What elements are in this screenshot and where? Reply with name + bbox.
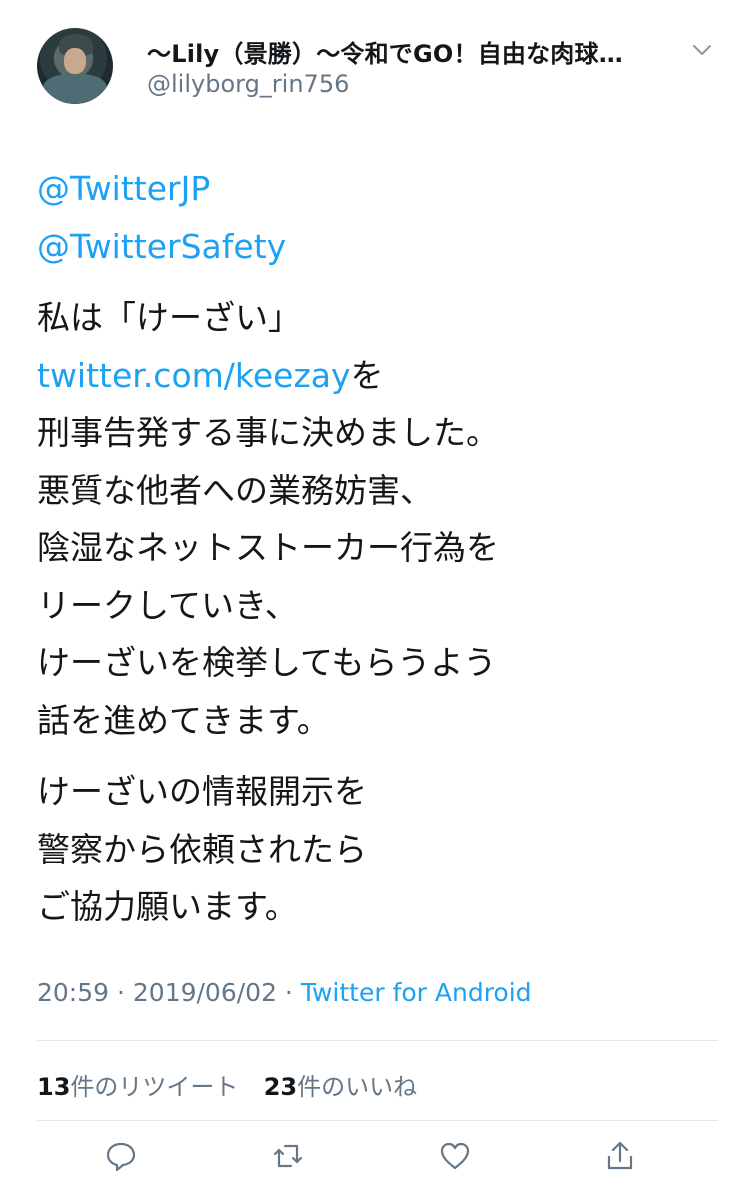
share-icon	[603, 1139, 637, 1177]
share-button[interactable]	[600, 1138, 640, 1178]
tweet-line: リークしていき、	[37, 585, 298, 625]
avatar-face	[64, 48, 86, 74]
action-bar	[0, 1130, 743, 1190]
like-count: 23	[263, 1073, 298, 1101]
meta-separator: ·	[276, 978, 301, 1007]
tweet-line: けーざいを検挙してもらうよう	[37, 643, 497, 682]
tweet-line: 刑事告発する事に決めました。	[37, 413, 499, 452]
tweet-link[interactable]: twitter.com/keezay	[37, 356, 351, 395]
retweet-label: 件のリツイート	[70, 1073, 239, 1101]
tweet-line: 陰湿なネットストーカー行為を	[37, 528, 499, 567]
like-label: 件のいいね	[297, 1073, 418, 1101]
retweet-icon	[271, 1139, 305, 1177]
divider	[37, 1040, 718, 1041]
tweet-line: 話を進めてきます。	[37, 700, 330, 740]
avatar-armor	[43, 74, 107, 104]
tweet-meta: 20:59 · 2019/06/02 · Twitter for Android	[37, 978, 532, 1007]
tweet-link-suffix: を	[350, 355, 384, 395]
tweet-time: 20:59	[37, 978, 110, 1007]
retweet-button[interactable]	[268, 1138, 308, 1178]
avatar[interactable]	[37, 28, 113, 104]
tweet-stats: 13件のリツイート 23件のいいね	[37, 1067, 417, 1102]
tweet-text: @TwitterJP @TwitterSafety 私は「けーざい」 twitt…	[37, 160, 717, 936]
mention-twitterjp[interactable]: @TwitterJP	[37, 169, 210, 208]
tweet-line: 警察から依頼されたら	[37, 829, 367, 869]
display-name[interactable]: 〜Lily（景勝）〜令和でGO！自由な肉球…	[147, 34, 687, 69]
heart-icon	[438, 1139, 472, 1177]
tweet-header: 〜Lily（景勝）〜令和でGO！自由な肉球… @lilyborg_rin756	[0, 0, 743, 130]
like-stat[interactable]: 23件のいいね	[264, 1073, 417, 1101]
tweet-date: 2019/06/02	[132, 978, 277, 1007]
chevron-down-icon[interactable]	[690, 38, 714, 62]
reply-icon	[104, 1139, 138, 1177]
tweet-line: けーざいの情報開示を	[37, 772, 367, 811]
tweet-line: ご協力願います。	[37, 887, 298, 926]
retweet-stat[interactable]: 13件のリツイート	[37, 1073, 238, 1101]
tweet-source[interactable]: Twitter for Android	[301, 978, 532, 1007]
tweet-line: 悪質な他者への業務妨害、	[37, 470, 433, 510]
user-handle[interactable]: @lilyborg_rin756	[147, 70, 349, 98]
like-button[interactable]	[435, 1138, 475, 1178]
reply-button[interactable]	[101, 1138, 141, 1178]
divider	[37, 1120, 718, 1121]
mention-twittersafety[interactable]: @TwitterSafety	[37, 227, 286, 266]
retweet-count: 13	[37, 1073, 71, 1101]
tweet-line: 私は「けーざい」	[37, 298, 301, 337]
meta-separator: ·	[109, 978, 133, 1007]
